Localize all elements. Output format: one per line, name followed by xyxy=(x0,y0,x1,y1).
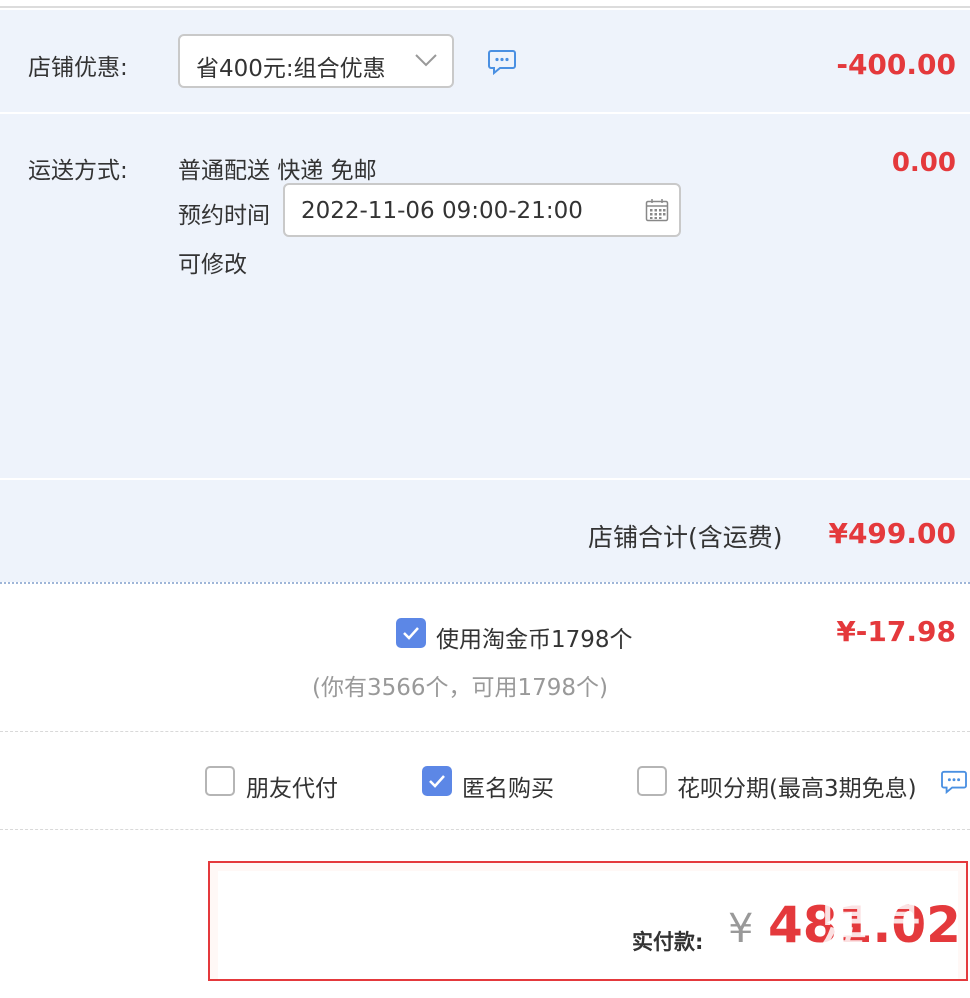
shop-discount-label: 店铺优惠: xyxy=(28,55,128,81)
taojinbi-checkbox[interactable] xyxy=(396,618,426,648)
shop-discount-amount: -400.00 xyxy=(836,48,956,81)
message-icon[interactable] xyxy=(488,49,516,79)
shipping-label: 运送方式: xyxy=(28,158,128,184)
check-icon xyxy=(403,627,419,640)
shop-panel xyxy=(0,10,970,582)
anonymous-label: 匿名购买 xyxy=(462,776,554,802)
watermark-brand: 值值值 xyxy=(818,874,922,982)
watermark: 值值值 zhizhizhi.com xyxy=(818,878,970,998)
payment-currency: ¥ xyxy=(728,906,754,952)
shipping-amount: 0.00 xyxy=(891,148,956,178)
section-divider xyxy=(0,731,970,732)
payment-label: 实付款: xyxy=(632,930,704,954)
taojinbi-label: 使用淘金币1798个 xyxy=(436,627,633,653)
row-divider xyxy=(0,112,970,114)
anonymous-checkbox[interactable] xyxy=(422,766,452,796)
shipping-method: 普通配送 快递 免邮 xyxy=(178,158,377,184)
appointment-label: 预约时间 xyxy=(178,203,270,229)
message-icon[interactable] xyxy=(941,770,967,798)
shop-total-amount: ¥499.00 xyxy=(828,517,956,550)
appointment-date-field[interactable]: 2022-11-06 09:00-21:00 xyxy=(283,183,681,237)
check-icon xyxy=(429,775,445,788)
shop-discount-select[interactable]: 省400元:组合优惠 xyxy=(178,34,454,88)
friend-pay-checkbox[interactable] xyxy=(205,766,235,796)
section-divider xyxy=(0,582,970,584)
huabei-checkbox[interactable] xyxy=(637,766,667,796)
top-border xyxy=(0,6,970,8)
huabei-label: 花呗分期(最高3期免息) xyxy=(677,776,917,802)
shop-discount-value: 省400元:组合优惠 xyxy=(196,56,386,82)
row-divider xyxy=(0,478,970,480)
section-divider xyxy=(0,829,970,830)
modifiable-note: 可修改 xyxy=(178,252,247,278)
appointment-date-value: 2022-11-06 09:00-21:00 xyxy=(301,198,583,224)
taojinbi-note: (你有3566个，可用1798个) xyxy=(312,675,609,701)
taojinbi-amount: ¥-17.98 xyxy=(836,615,956,648)
watermark-site: zhizhizhi.com xyxy=(818,980,933,998)
friend-pay-label: 朋友代付 xyxy=(246,776,338,802)
calendar-icon[interactable] xyxy=(645,198,669,226)
chevron-down-icon xyxy=(414,52,438,72)
shop-total-label: 店铺合计(含运费) xyxy=(588,523,783,552)
